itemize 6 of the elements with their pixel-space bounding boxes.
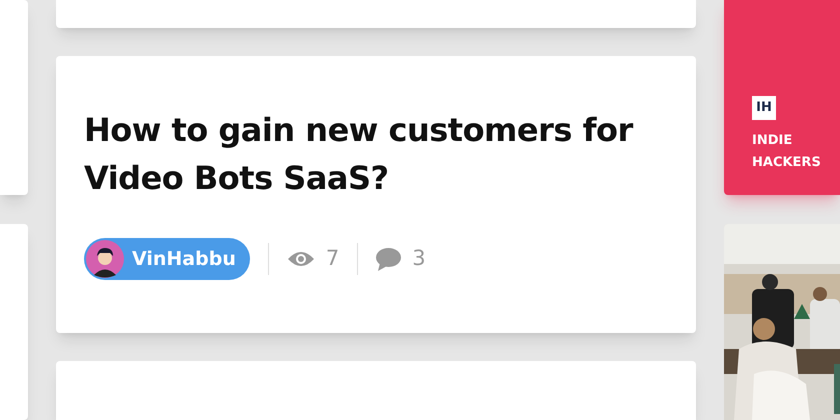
brand-name: INDIE HACKERS	[752, 132, 822, 172]
brand-tile[interactable]: IH INDIE HACKERS	[724, 0, 840, 195]
logo-badge: IH	[752, 96, 776, 120]
comment-count: 3	[412, 245, 426, 272]
view-count: 7	[326, 245, 340, 272]
post-title[interactable]: How to gain new customers for Video Bots SaaS?	[84, 106, 674, 202]
